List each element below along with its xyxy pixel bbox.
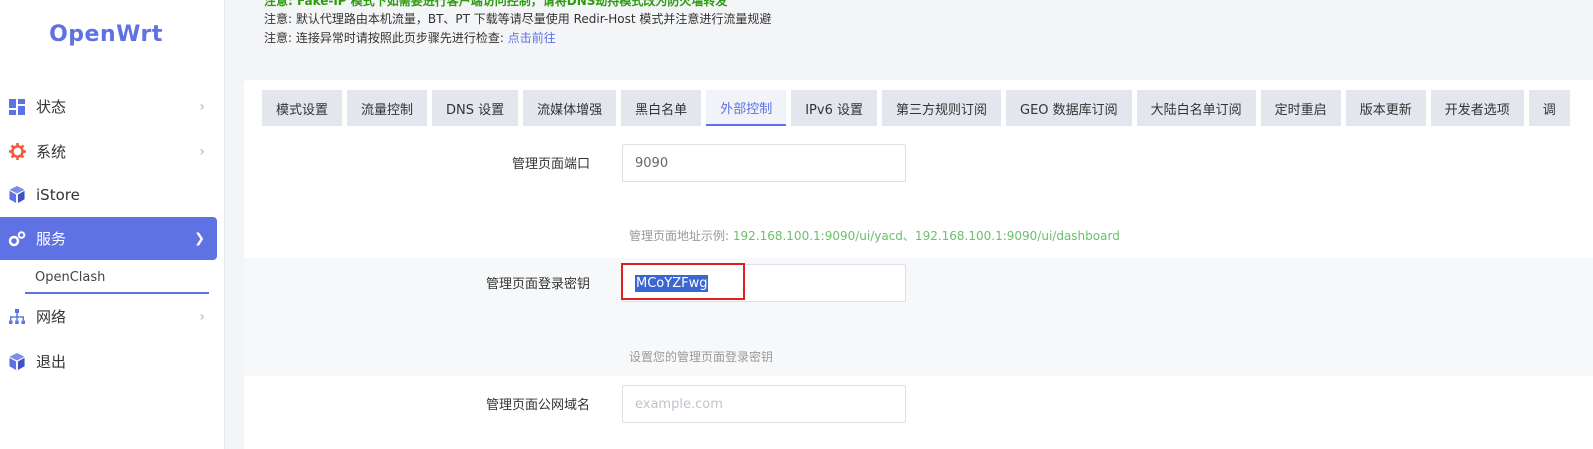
sidebar-item-label: 网络 [36,308,67,326]
tab-scheduled-restart[interactable]: 定时重启 [1260,90,1341,126]
dashboard-icon [8,98,26,116]
port-input[interactable] [622,144,906,182]
notice-proxy: 注意: 默认代理路由本机流量，BT、PT 下载等请尽量使用 Redir-Host… [264,12,772,26]
chevron-right-icon: › [199,308,205,325]
tab-blacklist[interactable]: 黑白名单 [621,90,702,126]
cube-icon [8,353,26,371]
sidebar-item-logout[interactable]: 退出 [0,340,217,383]
form-row-secret: 管理页面登录密钥 MCoYZFwg 设置您的管理页面登录密钥 [244,258,1593,376]
sidebar-item-istore[interactable]: iStore [0,173,217,216]
tab-mode[interactable]: 模式设置 [262,90,343,126]
tab-overflow[interactable]: 调 [1528,90,1570,126]
active-subitem-underline [25,292,209,294]
sidebar-item-label: iStore [36,185,80,204]
cube-icon [8,186,26,204]
tab-version-update[interactable]: 版本更新 [1345,90,1426,126]
port-hint-text: 管理页面地址示例: [629,229,733,243]
domain-label: 管理页面公网域名 [485,398,590,413]
notice-check: 注意: 连接异常时请按照此页步骤先进行检查: 点击前往 [264,29,556,46]
chevron-right-icon: › [199,143,205,160]
sidebar-item-system[interactable]: 系统 › [0,130,217,173]
tab-third-party-rules[interactable]: 第三方规则订阅 [881,90,1001,126]
sidebar-item-services[interactable]: 服务 ❯ [0,217,217,260]
port-label: 管理页面端口 [511,157,590,172]
secret-hint: 设置您的管理页面登录密钥 [629,350,774,364]
tab-traffic[interactable]: 流量控制 [347,90,428,126]
network-icon [8,308,26,326]
cogs-icon [8,230,26,248]
tab-bar: 模式设置 流量控制 DNS 设置 流媒体增强 黑白名单 外部控制 IPv6 设置… [262,90,1570,126]
tab-ipv6[interactable]: IPv6 设置 [791,90,877,126]
tab-china-whitelist[interactable]: 大陆白名单订阅 [1136,90,1256,126]
form-row-port: 管理页面端口 管理页面地址示例: 192.168.100.1:9090/ui/y… [244,128,1593,258]
tab-developer[interactable]: 开发者选项 [1430,90,1524,126]
tab-geo-db[interactable]: GEO 数据库订阅 [1006,90,1132,126]
gear-icon [8,143,26,161]
form-row-domain: 管理页面公网域名 [244,376,1593,449]
port-hint: 管理页面地址示例: 192.168.100.1:9090/ui/yacd、192… [629,227,1120,244]
tab-streaming[interactable]: 流媒体增强 [523,90,617,126]
sidebar-item-label: 系统 [36,143,67,161]
port-hint-example: 192.168.100.1:9090/ui/yacd、192.168.100.1… [732,229,1120,243]
notice-link[interactable]: 点击前往 [508,31,556,45]
sidebar-subitem-openclash[interactable]: OpenClash [35,270,105,285]
domain-input[interactable] [622,385,906,423]
highlight-box [621,263,745,300]
chevron-down-icon: ❯ [194,231,205,246]
sidebar-item-label: 退出 [36,353,67,371]
notice-check-text: 注意: 连接异常时请按照此页步骤先进行检查: [264,31,508,45]
sidebar-item-label: 服务 [36,230,67,248]
sidebar-item-status[interactable]: 状态 › [0,85,217,128]
tab-dns[interactable]: DNS 设置 [432,90,519,126]
logo[interactable]: OpenWrt [0,22,212,47]
sidebar-item-label: 状态 [36,98,67,116]
sidebar: OpenWrt 状态 › 系统 › iStore 服务 ❯ OpenClash … [0,0,225,449]
chevron-right-icon: › [199,98,205,115]
settings-panel: 模式设置 流量控制 DNS 设置 流媒体增强 黑白名单 外部控制 IPv6 设置… [244,80,1593,449]
secret-label: 管理页面登录密钥 [485,277,590,292]
tab-external-control[interactable]: 外部控制 [706,90,787,126]
notice-fakeip: 注意: Fake-IP 模式下如需要进行客户端访问控制，请将DNS劫持模式改为防… [264,0,728,8]
sidebar-item-network[interactable]: 网络 › [0,295,217,338]
